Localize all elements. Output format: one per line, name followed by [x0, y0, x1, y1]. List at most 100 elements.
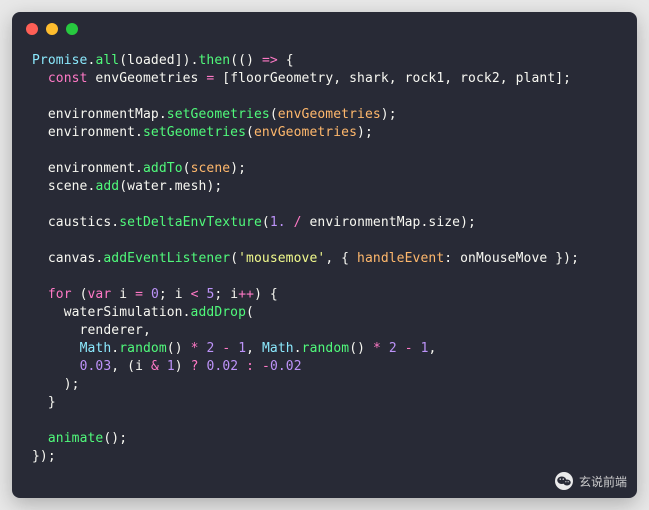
code-token: ( — [119, 53, 127, 68]
code-token: , { — [325, 251, 357, 266]
code-token — [32, 359, 80, 374]
code-token: , — [444, 71, 460, 86]
code-token: * — [191, 341, 199, 356]
code-token: Math — [262, 341, 294, 356]
code-token — [143, 359, 151, 374]
code-token: i — [175, 287, 183, 302]
code-content: Promise.all(loaded]).then(() => { const … — [12, 46, 637, 480]
code-token: ) { — [254, 287, 278, 302]
code-token: . — [135, 125, 143, 140]
code-token: . — [135, 161, 143, 176]
code-token: ( — [183, 161, 191, 176]
close-icon[interactable] — [26, 23, 38, 35]
code-token: setGeometries — [167, 107, 270, 122]
code-token: ; — [159, 287, 175, 302]
code-token: const — [48, 71, 88, 86]
code-token: setDeltaEnvTexture — [119, 215, 262, 230]
code-token: : — [246, 359, 254, 374]
code-token: }); — [32, 449, 56, 464]
code-token: ( — [246, 125, 254, 140]
code-token: environmentMap. — [302, 215, 429, 230]
code-token: , — [143, 323, 151, 338]
code-token — [230, 341, 238, 356]
code-token: ); — [357, 125, 373, 140]
code-token: floorGeometry — [230, 71, 333, 86]
code-token — [254, 359, 262, 374]
code-token: loaded — [127, 53, 175, 68]
code-token: environment — [32, 161, 135, 176]
code-token: = — [135, 287, 143, 302]
code-token: , — [333, 71, 349, 86]
code-token: ; — [214, 287, 230, 302]
code-token: onMouseMove — [460, 251, 547, 266]
code-token: 0.02 — [206, 359, 238, 374]
code-token: addDrop — [191, 305, 247, 320]
code-token: ( — [119, 179, 127, 194]
code-token: mesh — [175, 179, 207, 194]
code-token: , ( — [111, 359, 135, 374]
wechat-icon — [555, 472, 573, 490]
code-token: 2 — [389, 341, 397, 356]
code-token: { — [278, 53, 294, 68]
code-token: 1 — [238, 341, 246, 356]
code-token: waterSimulation — [32, 305, 183, 320]
code-token: water — [127, 179, 167, 194]
code-token: scene — [191, 161, 231, 176]
code-token: & — [151, 359, 159, 374]
code-token: all — [95, 53, 119, 68]
code-token — [32, 71, 48, 86]
maximize-icon[interactable] — [66, 23, 78, 35]
code-token: } — [32, 395, 56, 410]
minimize-icon[interactable] — [46, 23, 58, 35]
code-token: ? — [191, 359, 199, 374]
code-token: environmentMap — [32, 107, 159, 122]
code-token: var — [88, 287, 112, 302]
code-token: Promise — [32, 53, 88, 68]
code-token: size — [428, 215, 460, 230]
code-token: 0.03 — [80, 359, 112, 374]
code-token: envGeometries — [278, 107, 381, 122]
code-token: rock1 — [405, 71, 445, 86]
code-token: random — [302, 341, 350, 356]
code-token: : — [444, 251, 460, 266]
code-token — [32, 287, 48, 302]
code-token: i — [135, 359, 143, 374]
code-token: canvas — [32, 251, 95, 266]
code-token — [286, 215, 294, 230]
code-token — [32, 341, 80, 356]
code-token: . — [167, 179, 175, 194]
code-token: then — [199, 53, 231, 68]
code-token: envGeometries — [88, 71, 207, 86]
code-token: . — [183, 305, 191, 320]
code-token — [32, 431, 48, 446]
code-token: . — [159, 107, 167, 122]
code-token: (); — [103, 431, 127, 446]
code-token: ( — [230, 251, 238, 266]
code-token: 1 — [421, 341, 429, 356]
code-token: addEventListener — [103, 251, 230, 266]
code-token: . — [294, 341, 302, 356]
code-token: ); — [381, 107, 397, 122]
code-token: 0.02 — [270, 359, 302, 374]
code-token: renderer — [32, 323, 143, 338]
code-token — [143, 287, 151, 302]
code-window: Promise.all(loaded]).then(() => { const … — [12, 12, 637, 498]
code-token — [159, 359, 167, 374]
code-token — [183, 287, 191, 302]
code-token — [381, 341, 389, 356]
code-token: caustics — [32, 215, 111, 230]
code-token: ) — [246, 53, 262, 68]
code-token: ]; — [555, 71, 571, 86]
code-token: for — [48, 287, 72, 302]
code-token: plant — [516, 71, 556, 86]
watermark: 玄说前端 — [555, 472, 627, 490]
code-token: ]). — [175, 53, 199, 68]
code-token: 'mousemove' — [238, 251, 325, 266]
code-token: - — [262, 359, 270, 374]
code-token: ( — [72, 287, 88, 302]
code-token: 0 — [151, 287, 159, 302]
code-token: ); — [206, 179, 222, 194]
code-token: scene — [32, 179, 88, 194]
code-token: ) — [175, 359, 191, 374]
window-titlebar — [12, 12, 637, 46]
